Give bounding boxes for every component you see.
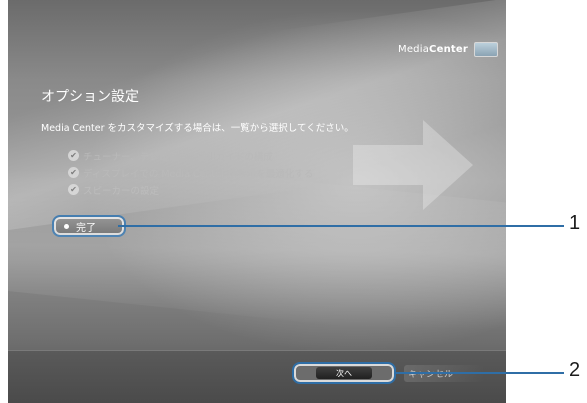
option-label: ディスプレイでの Media Center の表示を最適化する: [83, 168, 314, 180]
checkmark-icon: ✔: [68, 150, 79, 161]
done-label: 完了: [76, 222, 96, 234]
option-tuner[interactable]: ✔ チューナー、テレビ信号、番組ガイドの構成: [68, 147, 313, 164]
media-center-screen: MediaCenter オプション設定 Media Center をカスタマイズ…: [8, 0, 506, 403]
windows-logo-icon: [473, 42, 498, 57]
callout-number-1: 1: [569, 212, 581, 234]
done-button[interactable]: 完了: [52, 215, 126, 237]
option-label: チューナー、テレビ信号、番組ガイドの構成: [83, 151, 273, 163]
bullet-icon: [64, 223, 69, 229]
arrow-watermark-icon: [353, 120, 473, 210]
option-speaker[interactable]: ✔ スピーカーの設定: [68, 181, 313, 198]
callout-line-1: [118, 225, 564, 227]
page-title: オプション設定: [41, 89, 139, 105]
next-button[interactable]: 次へ: [292, 362, 396, 384]
callout-number-2: 2: [569, 359, 581, 381]
media-center-logo: MediaCenter: [398, 42, 498, 57]
logo-suffix: Center: [429, 44, 468, 55]
checkmark-icon: ✔: [68, 167, 79, 178]
page-subtitle: Media Center をカスタマイズする場合は、一覧から選択してください。: [41, 123, 354, 134]
logo-prefix: Media: [398, 44, 430, 55]
checkmark-icon: ✔: [68, 184, 79, 195]
option-label: スピーカーの設定: [83, 185, 160, 197]
option-list: ✔ チューナー、テレビ信号、番組ガイドの構成 ✔ ディスプレイでの Media …: [68, 147, 313, 198]
callout-line-2: [396, 372, 564, 374]
option-display[interactable]: ✔ ディスプレイでの Media Center の表示を最適化する: [68, 164, 313, 181]
next-label: 次へ: [316, 367, 372, 379]
